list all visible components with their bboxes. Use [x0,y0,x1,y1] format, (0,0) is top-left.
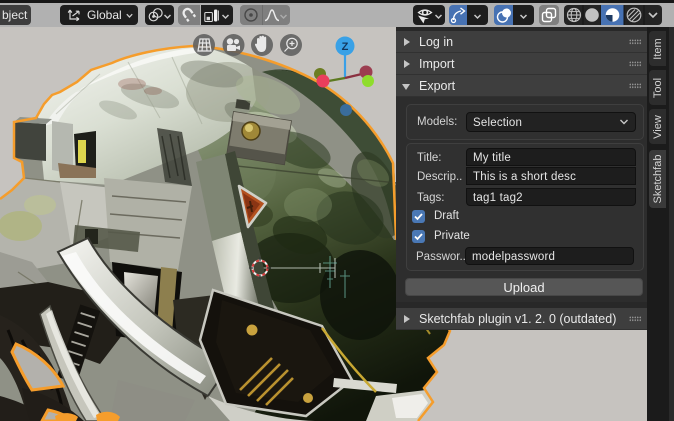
svg-text:Z: Z [342,41,349,53]
